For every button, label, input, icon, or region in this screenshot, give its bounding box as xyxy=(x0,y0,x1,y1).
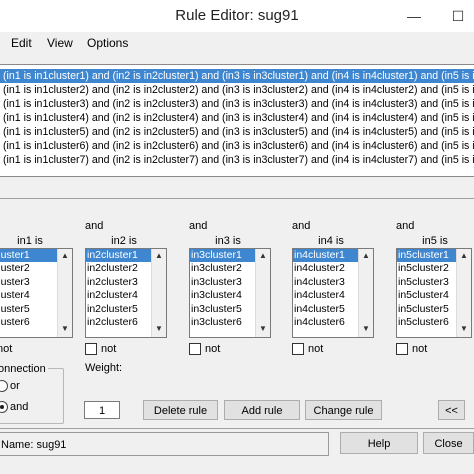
weight-label: Weight: xyxy=(85,362,123,374)
rule-row[interactable]: (in1 is in1cluster1) and (in2 is in2clus… xyxy=(0,69,474,83)
and-label: and xyxy=(396,220,415,232)
input-column-in1: in1 is cluster1 cluster2 cluster3 cluste… xyxy=(0,212,81,355)
not-label: not xyxy=(205,343,221,355)
change-rule-button[interactable]: Change rule xyxy=(305,400,382,420)
close-button[interactable]: Close xyxy=(423,432,474,454)
not-label: not xyxy=(101,343,117,355)
connection-group xyxy=(0,368,64,424)
not-checkbox[interactable] xyxy=(292,343,304,355)
rule-row[interactable]: (in1 is in1cluster7) and (in2 is in2clus… xyxy=(0,153,474,167)
maximize-button[interactable]: ☐ xyxy=(440,0,474,32)
scroll-down-icon[interactable]: ▼ xyxy=(256,322,270,335)
scroll-up-icon[interactable]: ▲ xyxy=(58,249,72,262)
bottom-divider xyxy=(0,428,474,429)
scroll-down-icon[interactable]: ▼ xyxy=(58,322,72,335)
input-column-in3: and in3 is in3cluster1 in3cluster2 in3cl… xyxy=(189,212,281,355)
rule-row[interactable]: (in1 is in1cluster5) and (in2 is in2clus… xyxy=(0,125,474,139)
scroll-down-icon[interactable]: ▼ xyxy=(359,322,373,335)
scroll-up-icon[interactable]: ▲ xyxy=(152,249,166,262)
connection-title: onnection xyxy=(0,363,48,375)
scrollbar[interactable]: ▲ ▼ xyxy=(358,249,373,337)
help-button[interactable]: Help xyxy=(340,432,418,454)
minimize-button[interactable]: — xyxy=(396,0,432,32)
add-rule-button[interactable]: Add rule xyxy=(224,400,300,420)
not-label: not xyxy=(412,343,428,355)
scrollbar[interactable]: ▲ ▼ xyxy=(57,249,72,337)
scroll-up-icon[interactable]: ▲ xyxy=(256,249,270,262)
not-label: not xyxy=(0,343,13,355)
membership-listbox-in3[interactable]: in3cluster1 in3cluster2 in3cluster3 in3c… xyxy=(189,248,271,338)
delete-rule-button[interactable]: Delete rule xyxy=(143,400,218,420)
not-label: not xyxy=(308,343,324,355)
and-label: and xyxy=(85,220,104,232)
membership-listbox-in1[interactable]: cluster1 cluster2 cluster3 cluster4 clus… xyxy=(0,248,73,338)
not-checkbox[interactable] xyxy=(85,343,97,355)
rule-row[interactable]: (in1 is in1cluster3) and (in2 is in2clus… xyxy=(0,97,474,111)
previous-button[interactable]: << xyxy=(438,400,465,420)
variable-label-in3: in3 is xyxy=(215,235,241,247)
input-column-in2: and in2 is in2cluster1 in2cluster2 in2cl… xyxy=(85,212,177,355)
and-label: and xyxy=(292,220,311,232)
rule-list[interactable]: (in1 is in1cluster1) and (in2 is in2clus… xyxy=(0,64,474,177)
menu-edit[interactable]: Edit xyxy=(11,36,32,50)
variable-label-in5: in5 is xyxy=(422,235,448,247)
menu-options[interactable]: Options xyxy=(87,36,128,50)
scroll-up-icon[interactable]: ▲ xyxy=(457,249,471,262)
input-column-in4: and in4 is in4cluster1 in4cluster2 in4cl… xyxy=(292,212,384,355)
membership-listbox-in5[interactable]: in5cluster1 in5cluster2 in5cluster3 in5c… xyxy=(396,248,472,338)
not-checkbox[interactable] xyxy=(396,343,408,355)
weight-input[interactable]: 1 xyxy=(84,401,120,419)
scroll-down-icon[interactable]: ▼ xyxy=(457,322,471,335)
input-column-in5: and in5 is in5cluster1 in5cluster2 in5cl… xyxy=(396,212,474,355)
membership-listbox-in2[interactable]: in2cluster1 in2cluster2 in2cluster3 in2c… xyxy=(85,248,167,338)
scrollbar[interactable]: ▲ ▼ xyxy=(255,249,270,337)
scroll-up-icon[interactable]: ▲ xyxy=(359,249,373,262)
scrollbar[interactable]: ▲ ▼ xyxy=(151,249,166,337)
menu-bar: Edit View Options xyxy=(0,32,474,54)
and-label: and xyxy=(189,220,208,232)
not-checkbox[interactable] xyxy=(189,343,201,355)
title-bar: Rule Editor: sug91 — ☐ xyxy=(0,0,474,32)
section-divider xyxy=(0,198,474,199)
menu-view[interactable]: View xyxy=(47,36,73,50)
variable-label-in4: in4 is xyxy=(318,235,344,247)
scrollbar[interactable]: ▲ ▼ xyxy=(456,249,471,337)
status-bar: Name: sug91 xyxy=(0,432,329,456)
rule-row[interactable]: (in1 is in1cluster2) and (in2 is in2clus… xyxy=(0,83,474,97)
variable-label-in2: in2 is xyxy=(111,235,137,247)
and-radio-label: and xyxy=(10,401,29,413)
or-label: or xyxy=(10,380,20,392)
rule-row[interactable]: (in1 is in1cluster4) and (in2 is in2clus… xyxy=(0,111,474,125)
scroll-down-icon[interactable]: ▼ xyxy=(152,322,166,335)
variable-label-in1: in1 is xyxy=(17,235,43,247)
rule-row[interactable]: (in1 is in1cluster6) and (in2 is in2clus… xyxy=(0,139,474,153)
membership-listbox-in4[interactable]: in4cluster1 in4cluster2 in4cluster3 in4c… xyxy=(292,248,374,338)
